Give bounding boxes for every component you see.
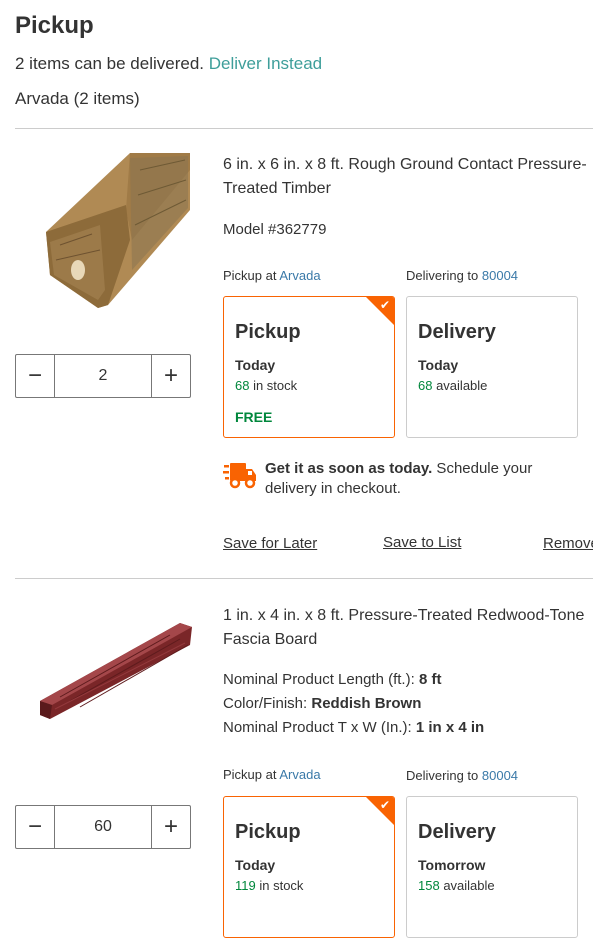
divider	[15, 128, 593, 129]
delivery-zip-link[interactable]: 80004	[482, 268, 518, 283]
spec-label: Color/Finish:	[223, 695, 312, 712]
stock-text: in stock	[249, 378, 298, 393]
product-image-fascia-board[interactable]	[30, 615, 195, 725]
spec-value: Reddish Brown	[311, 695, 422, 712]
stock-text: in stock	[255, 878, 304, 893]
product-image-timber[interactable]	[30, 150, 195, 320]
fulfillment-day: Today	[418, 357, 459, 373]
save-to-list-link[interactable]: Save to List	[383, 534, 461, 551]
plus-icon: +	[163, 813, 178, 840]
minus-icon: −	[27, 813, 42, 840]
pickup-at-text: Pickup at	[223, 767, 277, 782]
stock-text: available	[439, 878, 495, 893]
stock-count: 119	[235, 878, 256, 893]
promo-bold: Get it as soon as today.	[265, 460, 433, 477]
deliver-count-text: 2 items can be delivered.	[15, 54, 204, 73]
fast-delivery-truck-icon	[223, 461, 257, 489]
pickup-location-label: Pickup at Arvada	[223, 767, 321, 782]
pickup-store-link[interactable]: Arvada	[279, 767, 320, 782]
stock-status: 68 available	[418, 378, 487, 393]
spec-label: Nominal Product T x W (In.):	[223, 719, 416, 736]
fulfillment-title: Delivery	[418, 821, 496, 843]
pickup-store-link[interactable]: Arvada	[279, 268, 320, 283]
check-icon: ✔	[379, 298, 390, 312]
product-spec: Color/Finish: Reddish Brown	[223, 692, 421, 716]
pickup-option-card[interactable]: ✔ Pickup Today 68 in stock FREE	[223, 296, 395, 438]
spec-value: 1 in x 4 in	[415, 719, 485, 736]
deliver-instead-link[interactable]: Deliver Instead	[209, 54, 322, 73]
fulfillment-day: Today	[235, 357, 276, 373]
product-spec: Nominal Product Length (ft.): 8 ft	[223, 668, 441, 692]
quantity-input[interactable]: 60	[54, 806, 152, 848]
product-title-link[interactable]: 6 in. x 6 in. x 8 ft. Rough Ground Conta…	[223, 153, 593, 201]
fulfillment-day: Today	[235, 857, 276, 873]
quantity-input[interactable]: 2	[54, 355, 152, 397]
remove-link[interactable]: Remove	[543, 535, 593, 552]
minus-icon: −	[27, 362, 42, 389]
delivering-to-text: Delivering to	[406, 768, 479, 783]
quantity-stepper[interactable]: − 2 +	[15, 354, 191, 398]
stock-status: 119 in stock	[235, 878, 303, 893]
model-number: Model #362779	[223, 221, 327, 238]
delivery-option-card[interactable]: Delivery Tomorrow 158 available	[406, 796, 578, 938]
stock-status: 68 in stock	[235, 378, 297, 393]
fulfillment-title: Pickup	[235, 321, 301, 343]
decrease-quantity-button[interactable]: −	[16, 355, 54, 397]
stock-count: 158	[418, 878, 440, 893]
spec-label: Nominal Product Length (ft.):	[223, 671, 419, 688]
increase-quantity-button[interactable]: +	[152, 355, 190, 397]
store-group-label: Arvada (2 items)	[15, 89, 140, 108]
divider	[15, 578, 593, 579]
decrease-quantity-button[interactable]: −	[16, 806, 54, 848]
product-spec: Nominal Product T x W (In.): 1 in x 4 in	[223, 716, 484, 740]
fulfillment-price: FREE	[235, 409, 273, 425]
fulfillment-title: Delivery	[418, 321, 496, 343]
stock-count: 68	[235, 378, 250, 393]
pickup-at-text: Pickup at	[223, 268, 277, 283]
pickup-location-label: Pickup at Arvada	[223, 268, 321, 283]
delivery-location-label: Delivering to 80004	[406, 268, 518, 283]
delivery-location-label: Delivering to 80004	[406, 768, 518, 783]
check-icon: ✔	[379, 798, 390, 812]
deliver-instead-message: 2 items can be delivered. Deliver Instea…	[15, 54, 322, 74]
stock-count: 68	[418, 378, 433, 393]
stock-text: available	[432, 378, 488, 393]
pickup-option-card[interactable]: ✔ Pickup Today 119 in stock	[223, 796, 395, 938]
quantity-stepper[interactable]: − 60 +	[15, 805, 191, 849]
delivery-promo-text: Get it as soon as today. Schedule your d…	[265, 459, 585, 499]
delivery-option-card[interactable]: Delivery Today 68 available	[406, 296, 578, 438]
fulfillment-title: Pickup	[235, 821, 301, 843]
plus-icon: +	[163, 362, 178, 389]
delivery-zip-link[interactable]: 80004	[482, 768, 518, 783]
product-title-link[interactable]: 1 in. x 4 in. x 8 ft. Pressure-Treated R…	[223, 604, 593, 652]
save-for-later-link[interactable]: Save for Later	[223, 535, 317, 552]
page-title: Pickup	[15, 12, 94, 39]
spec-value: 8 ft	[418, 671, 442, 688]
increase-quantity-button[interactable]: +	[152, 806, 190, 848]
fulfillment-day: Tomorrow	[418, 857, 486, 873]
stock-status: 158 available	[418, 878, 495, 893]
delivering-to-text: Delivering to	[406, 268, 479, 283]
